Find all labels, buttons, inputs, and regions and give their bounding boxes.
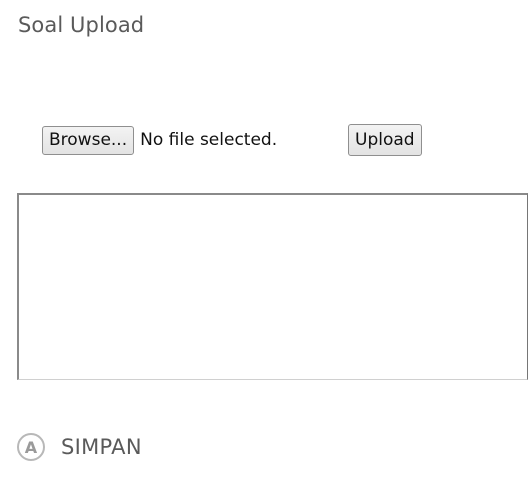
upload-page: Soal Upload Browse... No file selected. … [0, 0, 528, 492]
circle-a-icon: A [17, 433, 45, 461]
page-title: Soal Upload [18, 13, 145, 37]
save-button[interactable]: A SIMPAN [17, 433, 142, 461]
file-status-text: No file selected. [140, 130, 278, 150]
save-label: SIMPAN [61, 435, 142, 459]
upload-button[interactable]: Upload [348, 124, 422, 156]
content-textarea[interactable] [17, 193, 528, 380]
file-input[interactable]: Browse... No file selected. [42, 125, 277, 155]
browse-button[interactable]: Browse... [42, 125, 135, 155]
